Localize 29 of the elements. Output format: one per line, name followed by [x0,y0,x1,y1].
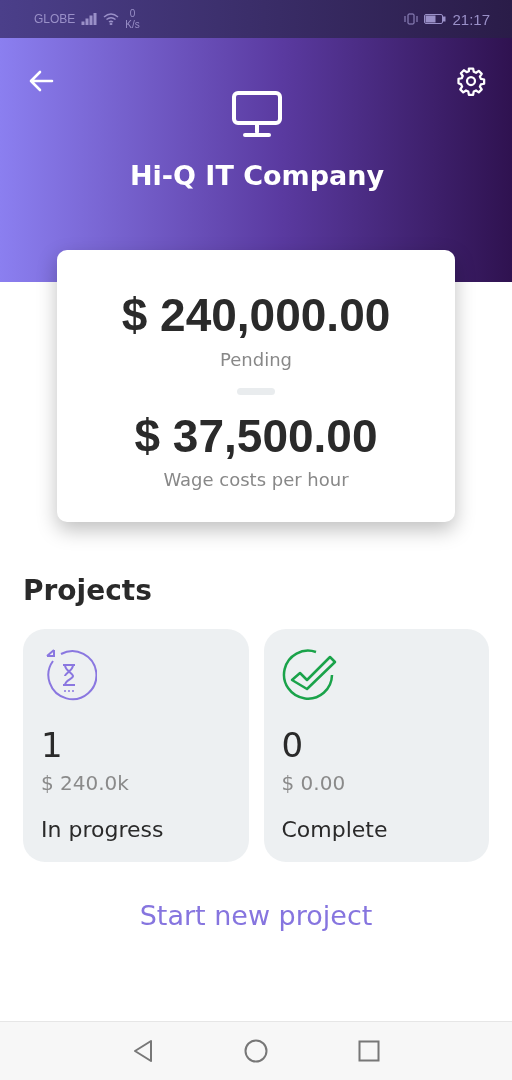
project-amount: $ 0.00 [281,771,347,796]
wifi-icon [103,13,120,25]
amount-label: Pending [220,348,292,370]
vibrate-icon [404,13,419,25]
project-amount: $ 240.0k [41,771,130,796]
amount-label: Wage costs per hour [163,469,349,491]
start-project-link[interactable]: Start new project [139,900,373,932]
monitor-icon [231,90,283,138]
clock-time: 21:17 [452,10,490,28]
home-nav-icon[interactable] [244,1039,268,1063]
amount: $ 240,000.00 [121,290,391,341]
project-card[interactable]: 0 $ 0.00 Complete [263,629,489,863]
company-name: Hi-Q IT Company [129,160,385,191]
battery-icon [424,13,447,25]
project-card[interactable]: 1 $ 240.0k In progress [23,629,249,863]
speed-unit: K/s [125,19,140,30]
settings-icon[interactable] [456,66,486,96]
project-status: Complete [281,817,389,843]
section-title: Projects [23,574,153,608]
speed-value: 0 [129,8,136,19]
back-arrow-icon[interactable] [28,69,54,93]
carrier-name: GLOBE [34,12,76,26]
signal-icon [81,13,98,25]
project-status: In progress [41,817,165,843]
project-count: 0 [281,725,305,766]
project-count: 1 [41,725,64,766]
back-nav-icon[interactable] [132,1039,154,1063]
amount: $ 37,500.00 [134,410,378,462]
recents-nav-icon[interactable] [358,1040,380,1062]
